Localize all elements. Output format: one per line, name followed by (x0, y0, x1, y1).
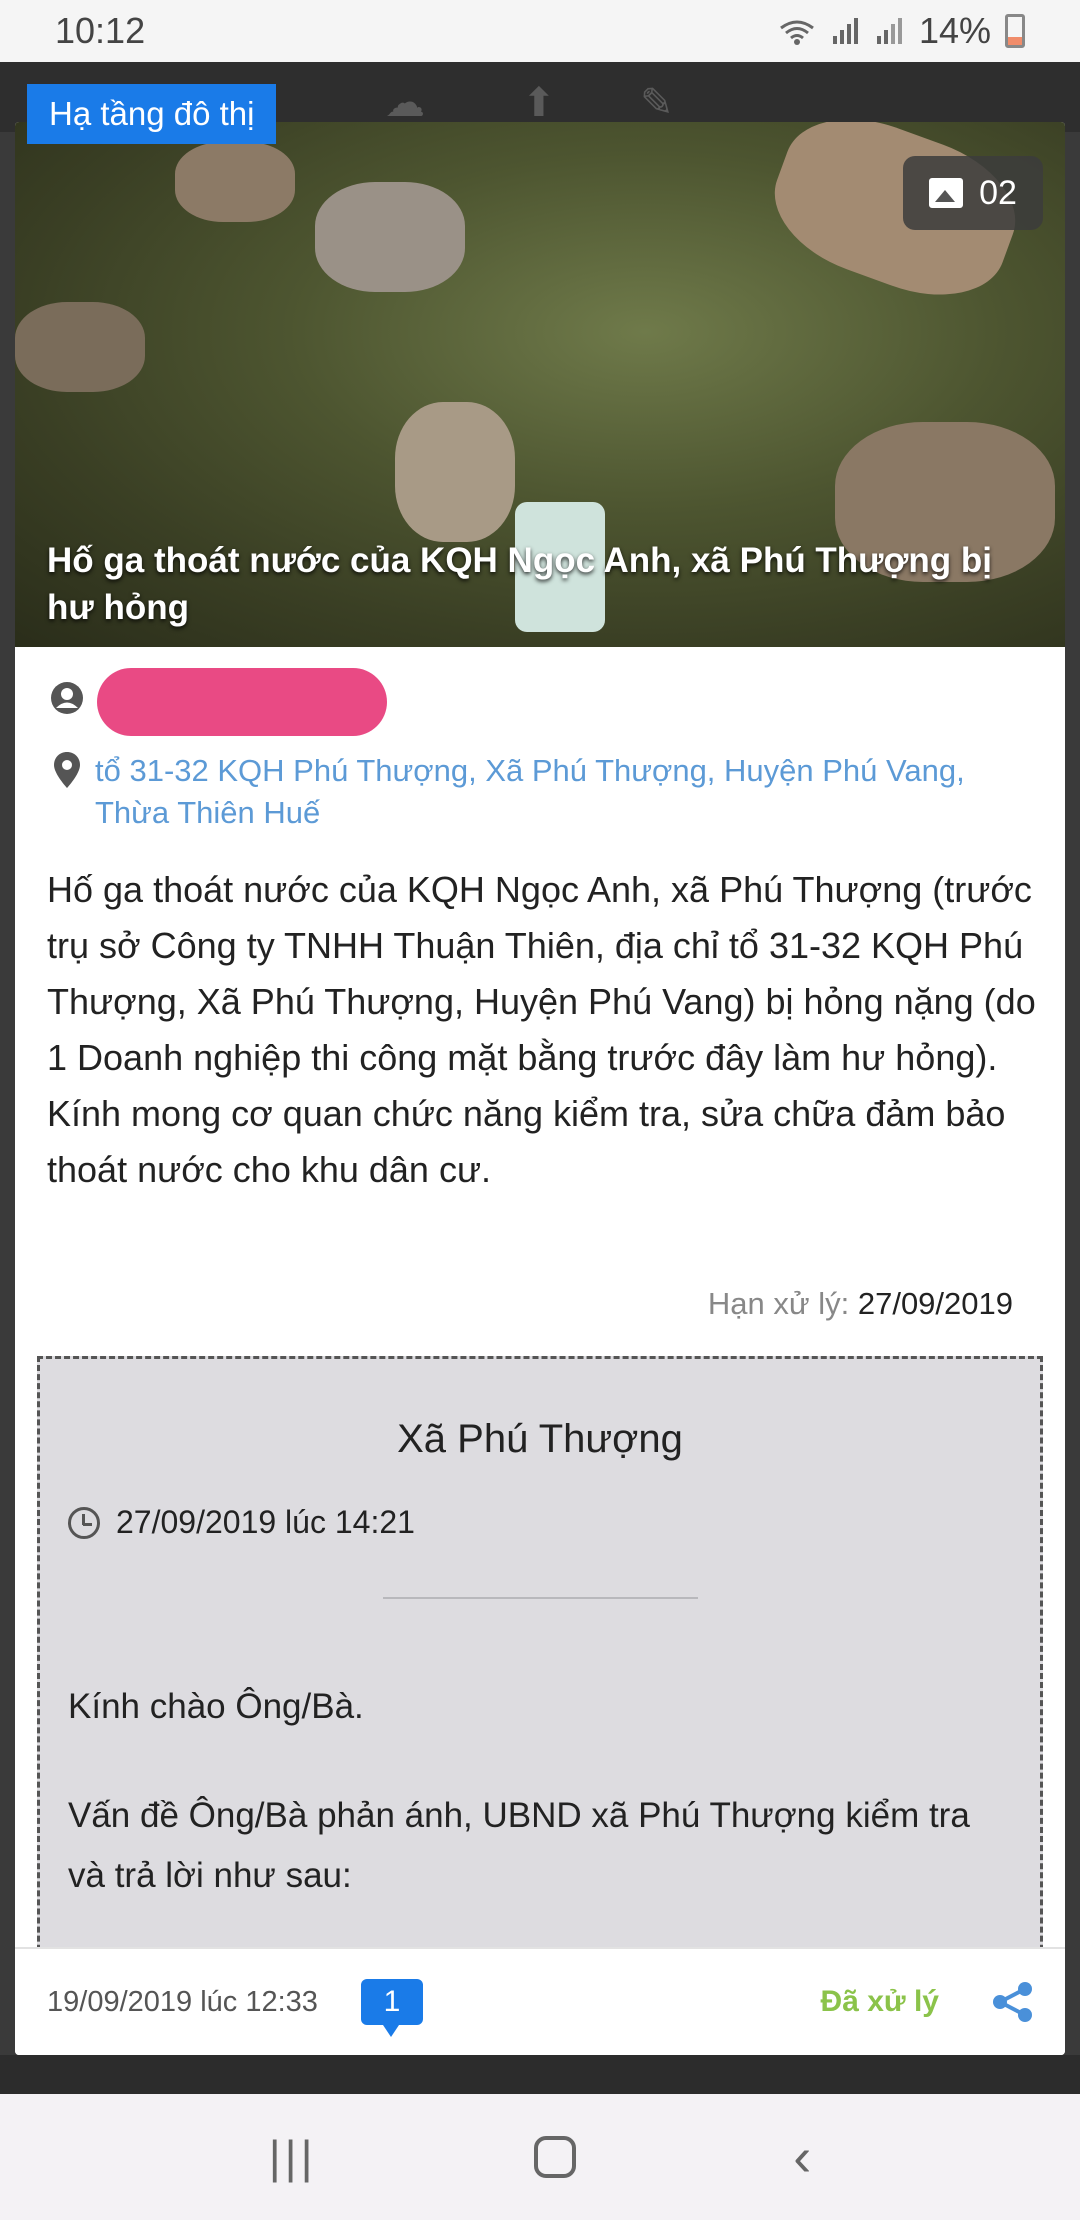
photo-count: 02 (979, 173, 1017, 212)
recent-apps-button[interactable]: ||| (269, 2130, 317, 2184)
report-date: 19/09/2019 lúc 12:33 (47, 1985, 318, 2018)
report-title: Hố ga thoát nước của KQH Ngọc Anh, xã Ph… (47, 541, 992, 627)
battery-icon (1005, 14, 1025, 48)
deadline-value: 27/09/2019 (857, 1286, 1013, 1321)
comment-count: 1 (383, 1985, 401, 2018)
responder-name: Xã Phú Thượng (397, 1417, 683, 1461)
location-pin-icon (54, 752, 80, 788)
navigation-bar: ||| ‹ (0, 2094, 1080, 2220)
response-text: Vấn đề Ông/Bà phản ánh, UBND xã Phú Thượ… (68, 1796, 970, 1895)
address-row[interactable]: tổ 31-32 KQH Phú Thượng, Xã Phú Thượng, … (47, 750, 1035, 834)
signal-icon (876, 18, 902, 44)
comment-count-badge[interactable]: 1 (361, 1979, 423, 2037)
response-time-row: 27/09/2019 lúc 14:21 (68, 1504, 1040, 1541)
report-card[interactable]: 02 Hố ga thoát nước của KQH Ngọc Anh, xã… (15, 122, 1065, 2055)
home-button[interactable] (533, 2136, 576, 2178)
status-label: Đã xử lý (820, 1985, 939, 2018)
account-icon (51, 682, 83, 714)
card-footer: 19/09/2019 lúc 12:33 1 Đã xử lý (15, 1947, 1065, 2055)
image-icon (929, 178, 964, 208)
upload-icon: ⬆ (522, 81, 556, 125)
status-bar: 10:12 14% (0, 0, 1080, 62)
report-photo[interactable]: 02 Hố ga thoát nước của KQH Ngọc Anh, xã… (15, 122, 1065, 647)
deadline: Hạn xử lý: 27/09/2019 (708, 1286, 1013, 1322)
back-button[interactable]: ‹ (793, 2126, 811, 2188)
response-greeting: Kính chào Ông/Bà. (68, 1687, 364, 1726)
edit-icon: ✎ (640, 81, 674, 125)
battery-percent: 14% (918, 10, 991, 51)
response-time: 27/09/2019 lúc 14:21 (116, 1504, 415, 1540)
report-address[interactable]: tổ 31-32 KQH Phú Thượng, Xã Phú Thượng, … (95, 750, 1035, 834)
response-box: Xã Phú Thượng 27/09/2019 lúc 14:21 Kính … (37, 1356, 1043, 1996)
share-icon[interactable] (991, 1980, 1035, 2024)
report-description: Hố ga thoát nước của KQH Ngọc Anh, xã Ph… (47, 869, 1036, 1190)
response-body: Kính chào Ông/Bà. Vấn đề Ông/Bà phản ánh… (68, 1677, 1012, 1906)
cloud-icon: ☁ (385, 81, 425, 125)
redacted-username (97, 668, 387, 736)
category-badge: Hạ tầng đô thị (27, 84, 277, 144)
deadline-label: Hạn xử lý: (707, 1286, 850, 1321)
status-time: 10:12 (55, 10, 146, 51)
status-icons: 14% (777, 10, 1025, 52)
photo-count-badge[interactable]: 02 (903, 156, 1043, 230)
reporter-row (47, 668, 387, 736)
clock-icon (68, 1506, 100, 1539)
divider (382, 1597, 698, 1599)
background-strip (0, 2055, 1080, 2094)
signal-icon (832, 18, 858, 44)
wifi-icon (780, 20, 814, 45)
